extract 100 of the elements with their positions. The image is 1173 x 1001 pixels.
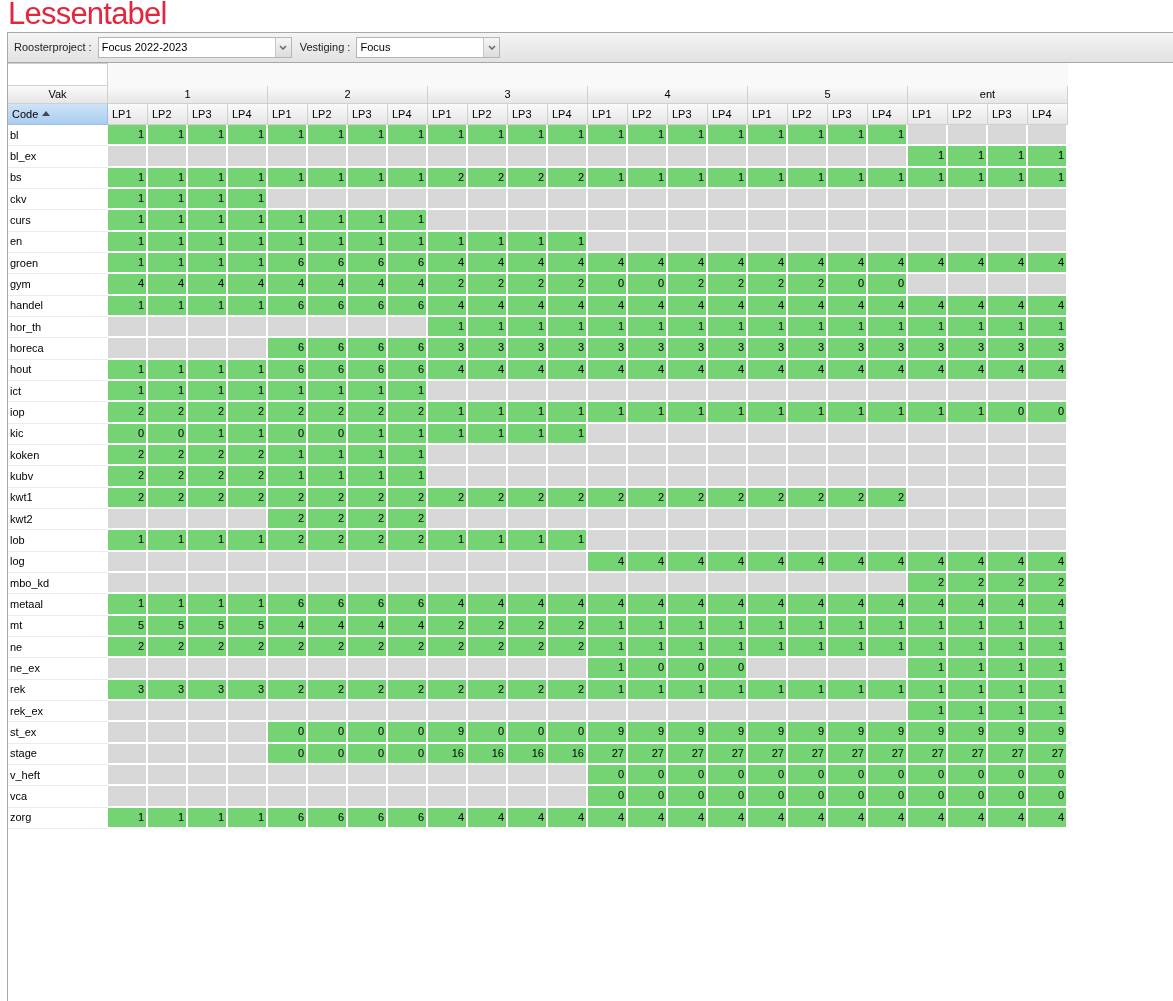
- table-cell: 1: [868, 316, 908, 339]
- table-cell: 1: [268, 444, 308, 467]
- table-cell: 1: [468, 231, 508, 253]
- table-cell: 1: [228, 252, 268, 275]
- column-header: LP4: [708, 104, 748, 125]
- table-cell: 1: [948, 679, 988, 701]
- table-cell: 1: [308, 167, 348, 189]
- table-cell: 2: [228, 444, 268, 467]
- table-cell: 2: [708, 487, 748, 509]
- table-cell: 4: [868, 252, 908, 275]
- table-cell: 5: [108, 615, 148, 637]
- table-cell: 1: [268, 167, 308, 189]
- table-cell: 4: [428, 594, 468, 616]
- table-cell: 1: [348, 231, 388, 253]
- table-cell: 1: [668, 167, 708, 189]
- table-cell: 1: [988, 146, 1028, 168]
- table-cell: 2: [428, 636, 468, 659]
- table-cell: 1: [348, 125, 388, 147]
- table-cell: 2: [708, 274, 748, 296]
- table-cell: 4: [548, 359, 588, 381]
- table-cell: 1: [828, 636, 868, 659]
- table-cell: 4: [1028, 551, 1068, 573]
- dropdown-field[interactable]: Focus 2022-2023: [97, 37, 292, 58]
- table-cell: 1: [508, 316, 548, 339]
- table-cell: 4: [628, 359, 668, 381]
- table-cell: 3: [748, 338, 788, 360]
- table-cell: 0: [988, 402, 1028, 424]
- table-cell: 1: [148, 530, 188, 552]
- table-cell: 6: [348, 359, 388, 381]
- table-cell: 2: [108, 466, 148, 488]
- table-cell: 1: [668, 636, 708, 659]
- table-cell: 4: [348, 615, 388, 637]
- table-cell: 1: [668, 316, 708, 339]
- table-cell: 4: [348, 274, 388, 296]
- column-header: LP2: [308, 104, 348, 125]
- table-cell: 1: [948, 700, 988, 723]
- table-cell: 1: [988, 316, 1028, 339]
- table-cell: 1: [428, 125, 468, 147]
- table-cell: 2: [228, 466, 268, 488]
- sort-column-header[interactable]: Code: [8, 104, 108, 125]
- table-cell: 3: [428, 338, 468, 360]
- table-cell: 1: [228, 530, 268, 552]
- table-cell: 6: [388, 295, 428, 317]
- table-cell: 1: [788, 679, 828, 701]
- table-cell: 2: [108, 636, 148, 659]
- table-cell: 5: [148, 615, 188, 637]
- table-cell: 2: [188, 444, 228, 467]
- table-cell: 4: [548, 252, 588, 275]
- table-cell: 1: [348, 380, 388, 403]
- table-cell: 1: [268, 125, 308, 147]
- table-cell: 1: [188, 295, 228, 317]
- table-cell: 6: [308, 359, 348, 381]
- table-cell: 0: [828, 786, 868, 808]
- table-cell: 1: [588, 125, 628, 147]
- table-cell: 1: [308, 210, 348, 232]
- chevron-down-icon: [487, 45, 496, 50]
- table-cell: 4: [828, 252, 868, 275]
- table-cell: 4: [908, 594, 948, 616]
- table-cell: 6: [388, 807, 428, 829]
- table-cell: 6: [308, 338, 348, 360]
- table-cell: 1: [508, 530, 548, 552]
- table-cell: 0: [948, 786, 988, 808]
- table-cell: 1: [188, 359, 228, 381]
- table-cell: 4: [508, 594, 548, 616]
- table-cell: 2: [508, 615, 548, 637]
- table-cell: 6: [348, 807, 388, 829]
- table-cell: 1: [588, 316, 628, 339]
- table-cell: 1: [588, 636, 628, 659]
- table-cell: 4: [388, 274, 428, 296]
- table-cell: 2: [428, 615, 468, 637]
- dropdown-field[interactable]: Focus: [356, 37, 501, 58]
- table-cell: 1: [828, 615, 868, 637]
- table-cell: 2: [188, 402, 228, 424]
- table-cell: 2: [828, 487, 868, 509]
- table-cell: 1: [108, 210, 148, 232]
- table-cell: 1: [748, 636, 788, 659]
- table-cell: 1: [908, 679, 948, 701]
- table-cell: 1: [788, 125, 828, 147]
- table-cell: 4: [508, 295, 548, 317]
- table-cell: 27: [748, 743, 788, 765]
- table-cell: 2: [188, 636, 228, 659]
- table-cell: 4: [468, 252, 508, 275]
- table-cell: 1: [828, 316, 868, 339]
- table-cell: 1: [108, 295, 148, 317]
- column-header: LP3: [828, 104, 868, 125]
- table-cell: 2: [348, 530, 388, 552]
- table-cell: 0: [828, 764, 868, 787]
- table-cell: 1: [148, 252, 188, 275]
- table-cell: 4: [468, 594, 508, 616]
- table-cell: 4: [1028, 252, 1068, 275]
- table-cell: 2: [188, 487, 228, 509]
- table-cell: 1: [268, 210, 308, 232]
- table-cell: 4: [628, 594, 668, 616]
- column-header: LP2: [948, 104, 988, 125]
- column-header: LP1: [268, 104, 308, 125]
- table-cell: 2: [468, 487, 508, 509]
- table-cell: 2: [428, 167, 468, 189]
- table-cell: 2: [748, 274, 788, 296]
- table-cell: 1: [908, 402, 948, 424]
- table-cell: 4: [788, 295, 828, 317]
